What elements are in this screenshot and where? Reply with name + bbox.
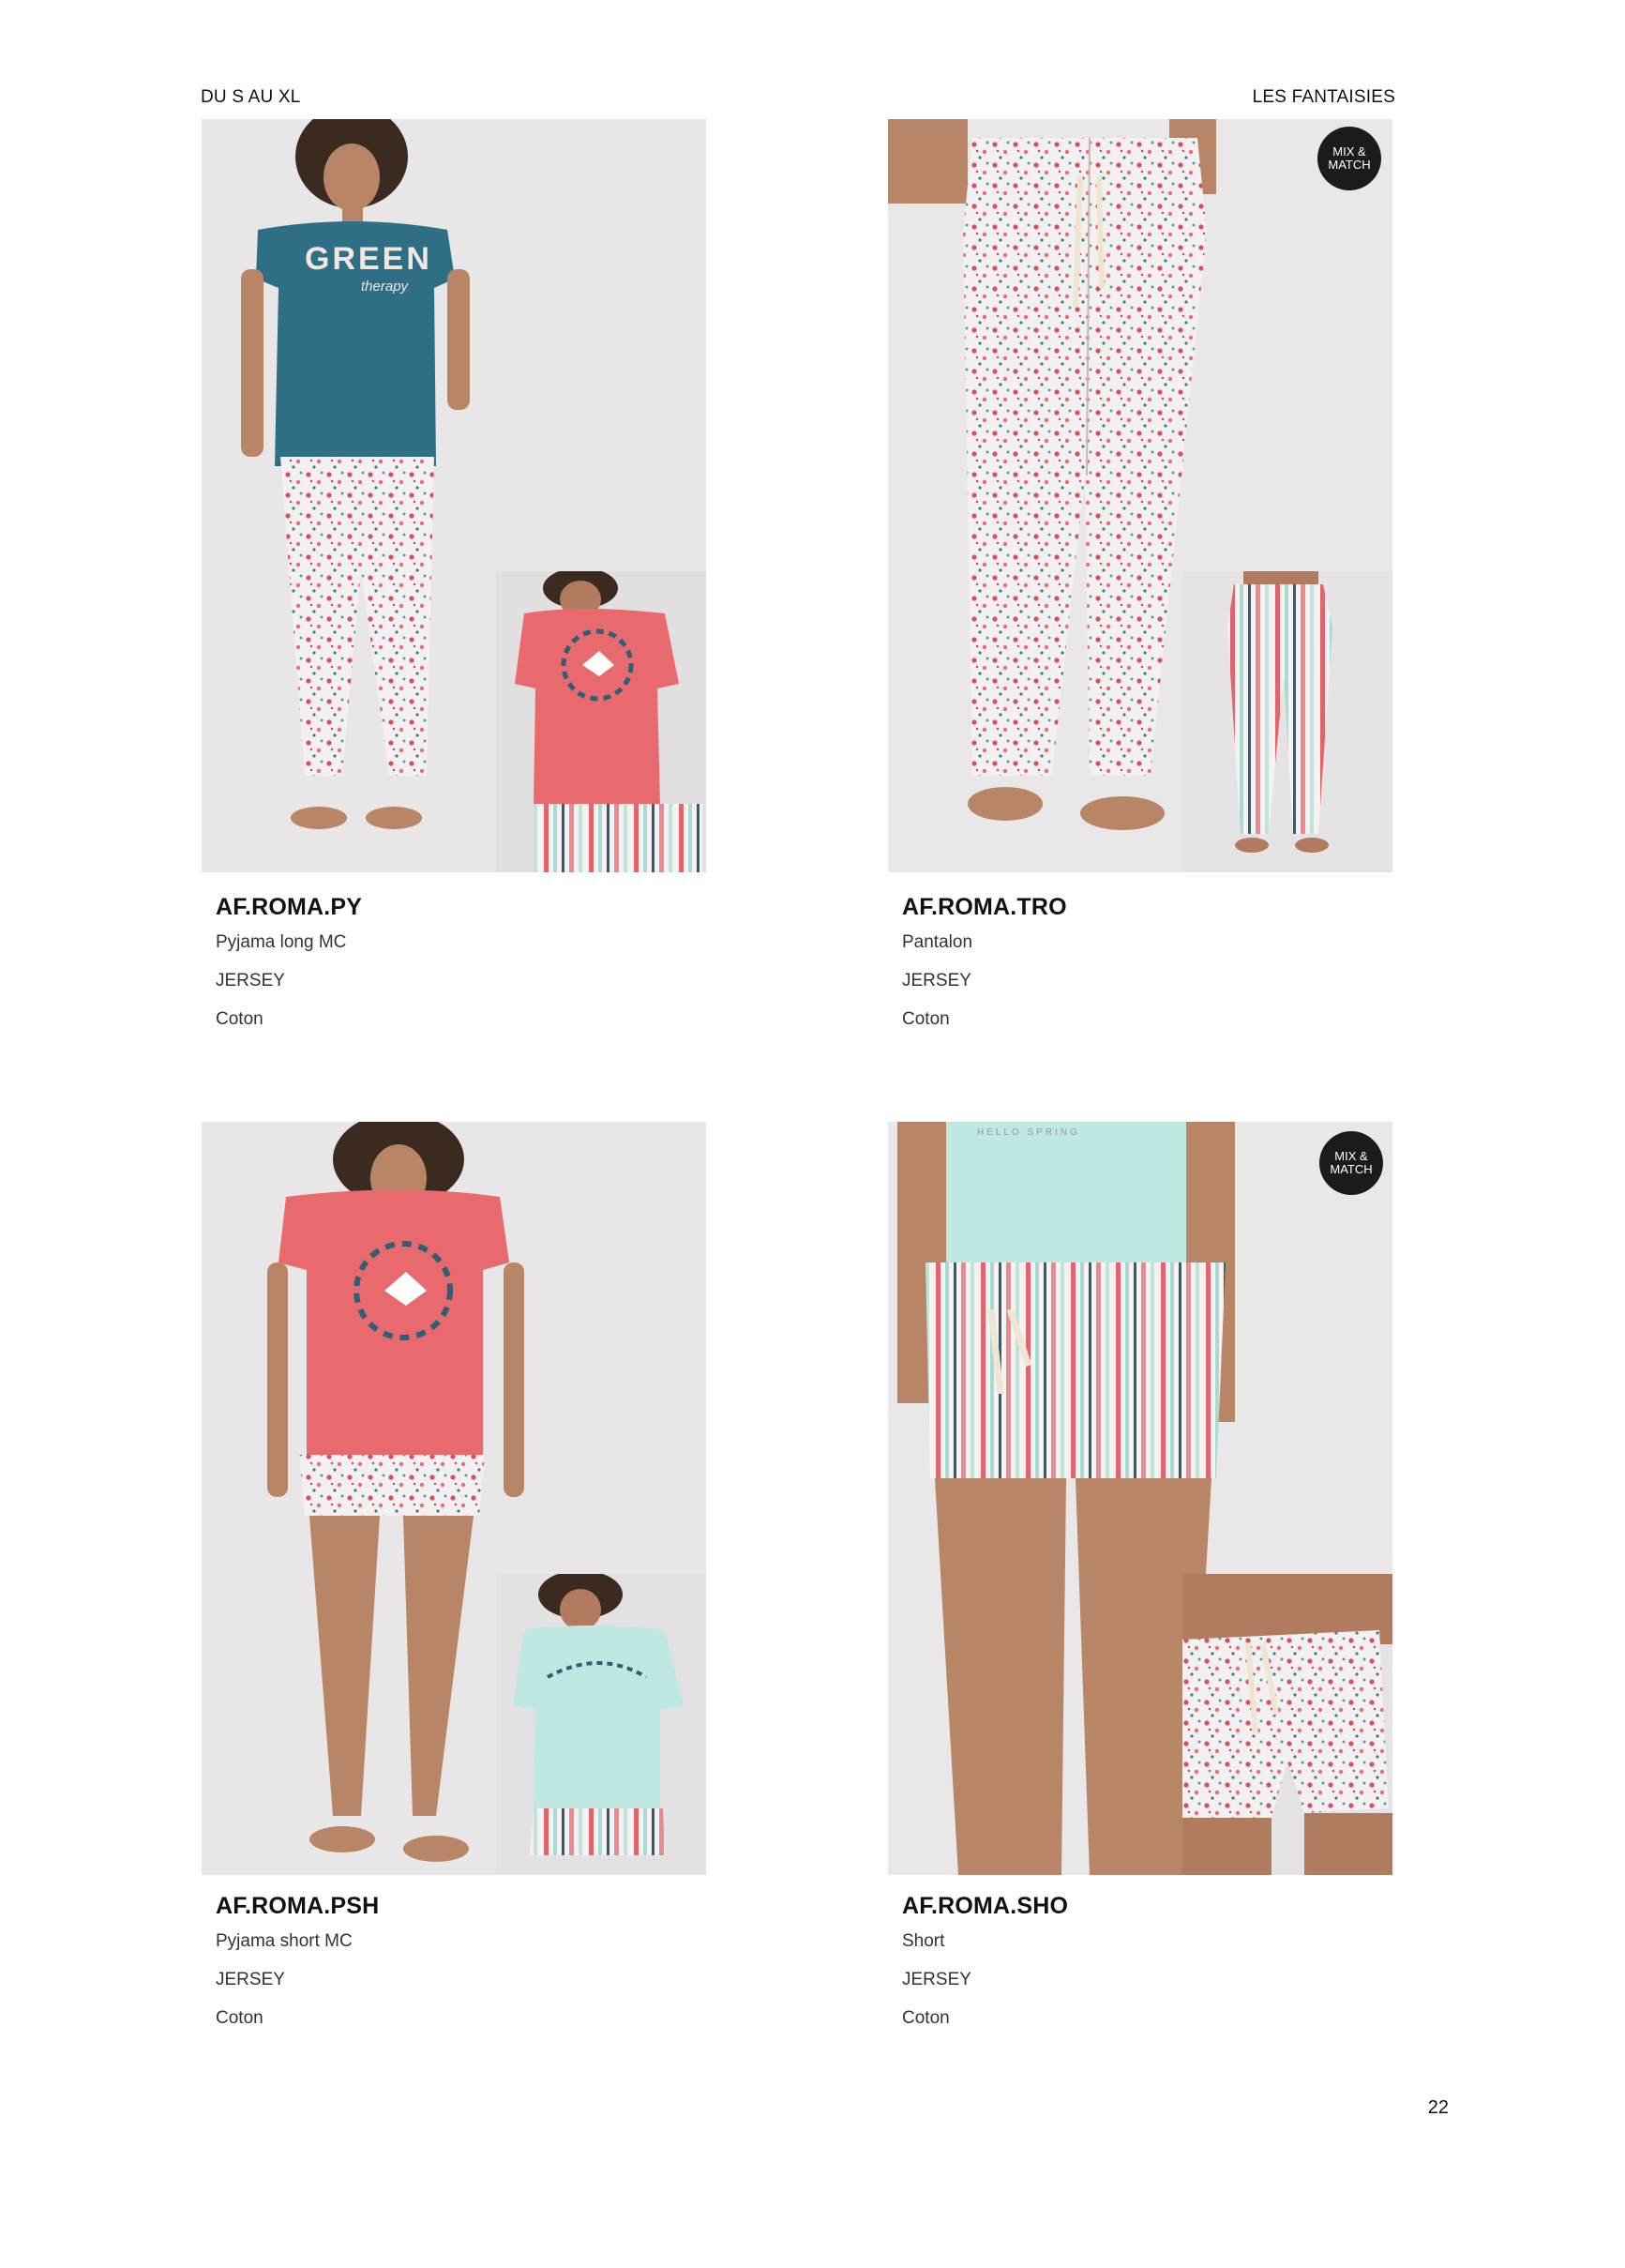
product-photo-roma-psh <box>202 1122 706 1875</box>
product-name: Pyjama long MC <box>216 932 347 952</box>
product-fabric: JERSEY <box>216 971 285 990</box>
product-info-roma-sho: AF.ROMA.SHO Short JERSEY Coton <box>902 1893 1068 2047</box>
product-material: Coton <box>216 2008 263 2028</box>
page-number: 22 <box>1427 2097 1449 2118</box>
product-photo-roma-sho: HELLO SPRING MIX & MATCH <box>888 1122 1392 1875</box>
product-fabric: JERSEY <box>902 971 971 990</box>
inset-photo-mint-top <box>496 1574 706 1875</box>
product-photo-roma-tro: MIX & MATCH <box>888 119 1392 872</box>
mix-and-match-badge: MIX & MATCH <box>1319 1131 1383 1195</box>
inset-photo-striped-pants <box>1182 571 1392 872</box>
product-fabric: JERSEY <box>216 1970 285 1989</box>
shirt-print-text: GREEN <box>305 241 432 277</box>
product-fabric: JERSEY <box>902 1970 971 1989</box>
product-info-roma-tro: AF.ROMA.TRO Pantalon JERSEY Coton <box>902 894 1067 1048</box>
product-reference: AF.ROMA.SHO <box>902 1893 1069 1919</box>
product-name: Pantalon <box>902 932 973 952</box>
product-info-roma-psh: AF.ROMA.PSH Pyjama short MC JERSEY Coton <box>216 1893 379 2047</box>
shirt-print-text: HELLO SPRING <box>977 1127 1080 1138</box>
header-size-range: DU S AU XL <box>201 87 301 107</box>
product-name: Pyjama short MC <box>216 1931 353 1951</box>
shirt-print-subtext: therapy <box>361 279 409 295</box>
product-name: Short <box>902 1931 945 1951</box>
product-material: Coton <box>216 1009 263 1029</box>
product-reference: AF.ROMA.PY <box>216 894 363 920</box>
product-reference: AF.ROMA.PSH <box>216 1893 380 1919</box>
product-info-roma-py: AF.ROMA.PY Pyjama long MC JERSEY Coton <box>216 894 362 1048</box>
mix-and-match-badge: MIX & MATCH <box>1317 127 1381 190</box>
product-reference: AF.ROMA.TRO <box>902 894 1067 920</box>
product-material: Coton <box>902 1009 950 1029</box>
header-section-title: LES FANTAISIES <box>1252 87 1395 107</box>
product-material: Coton <box>902 2008 950 2028</box>
inset-photo-floral-shorts <box>1182 1574 1392 1875</box>
product-photo-roma-py: GREEN therapy <box>202 119 706 872</box>
inset-photo-coral-top <box>496 571 706 872</box>
